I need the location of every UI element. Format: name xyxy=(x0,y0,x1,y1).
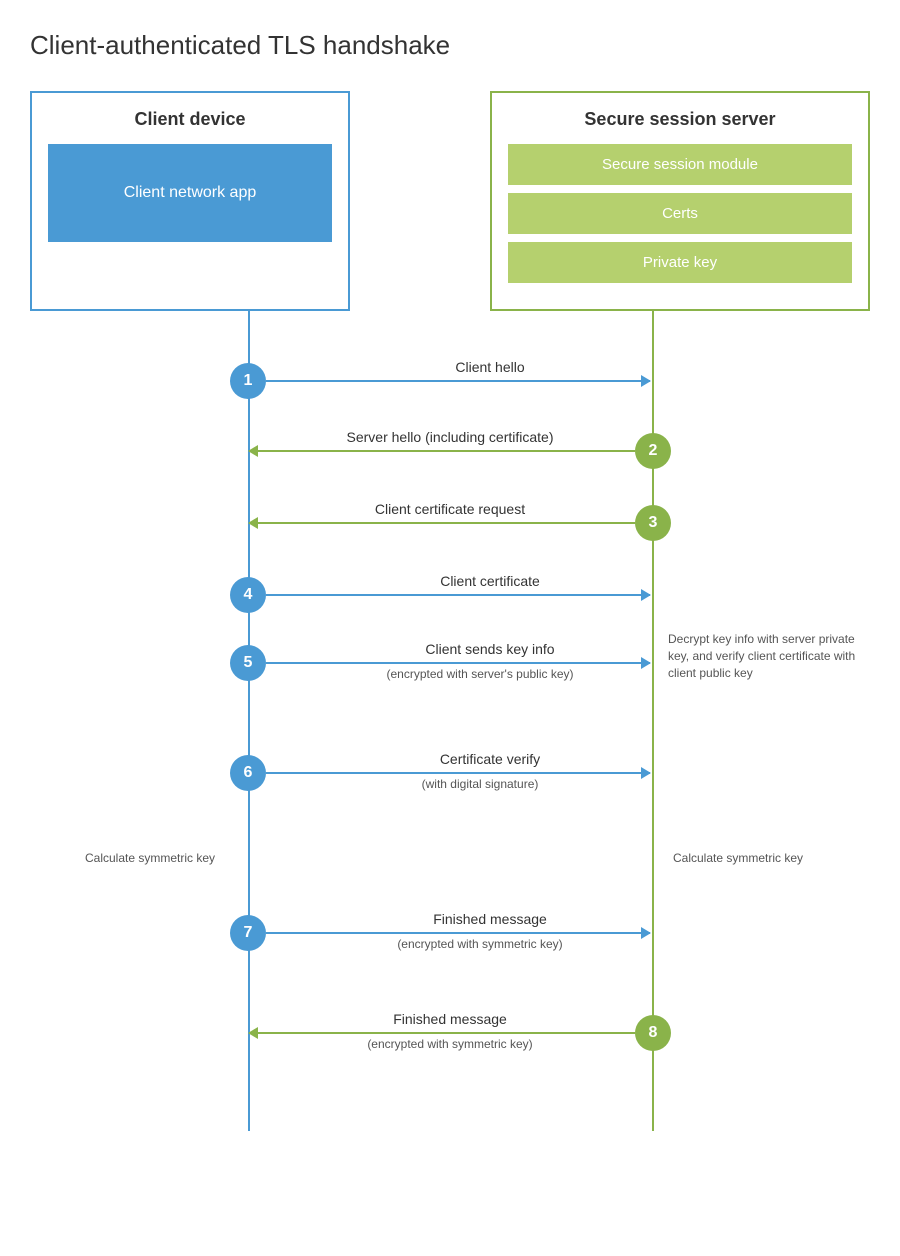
step-7-label: Finished message xyxy=(320,911,660,927)
page-title: Client-authenticated TLS handshake xyxy=(30,30,870,61)
step-4-circle: 4 xyxy=(230,577,266,613)
step-7-row: 7 Finished message (encrypted with symme… xyxy=(30,901,870,981)
boxes-row: Client device Client network app Secure … xyxy=(30,91,870,311)
step-2-circle: 2 xyxy=(635,433,671,469)
server-box-title: Secure session server xyxy=(508,109,852,130)
diagram-container: Client device Client network app Secure … xyxy=(30,91,870,1131)
step-8-label: Finished message xyxy=(270,1011,630,1027)
step-8-sublabel: (encrypted with symmetric key) xyxy=(270,1037,630,1051)
step-3-circle: 3 xyxy=(635,505,671,541)
server-module-session: Secure session module xyxy=(508,144,852,185)
step-8-arrow xyxy=(249,1032,635,1034)
step-1-circle: 1 xyxy=(230,363,266,399)
step-3-label: Client certificate request xyxy=(270,501,630,517)
step-7-circle: 7 xyxy=(230,915,266,951)
step-6-row: 6 Certificate verify (with digital signa… xyxy=(30,741,870,821)
step-4-label: Client certificate xyxy=(320,573,660,589)
step-5-arrow xyxy=(266,662,650,664)
step-8-row: 8 Finished message (encrypted with symme… xyxy=(30,1001,870,1081)
step-4-arrow xyxy=(266,594,650,596)
step-5-label: Client sends key info xyxy=(320,641,660,657)
step-6-sublabel: (with digital signature) xyxy=(300,777,660,791)
step-3-arrow xyxy=(249,522,635,524)
step-7-arrow xyxy=(266,932,650,934)
server-module-key: Private key xyxy=(508,242,852,283)
step-1-row: 1 Client hello xyxy=(30,351,870,411)
left-calc-note: Calculate symmetric key xyxy=(80,850,220,867)
client-box-title: Client device xyxy=(48,109,332,130)
sequence-area: 1 Client hello 2 Server hello (including… xyxy=(30,311,870,1131)
calc-key-row: Calculate symmetric key Calculate symmet… xyxy=(30,846,870,906)
step-8-circle: 8 xyxy=(635,1015,671,1051)
right-calc-note: Calculate symmetric key xyxy=(668,850,808,867)
client-device-box: Client device Client network app xyxy=(30,91,350,311)
decrypt-note: Decrypt key info with server private key… xyxy=(668,631,858,681)
client-network-app: Client network app xyxy=(48,144,332,242)
step-4-row: 4 Client certificate xyxy=(30,565,870,625)
server-box: Secure session server Secure session mod… xyxy=(490,91,870,311)
step-6-arrow xyxy=(266,772,650,774)
step-5-sublabel: (encrypted with server's public key) xyxy=(300,667,660,681)
step-2-arrow xyxy=(249,450,635,452)
step-7-sublabel: (encrypted with symmetric key) xyxy=(300,937,660,951)
step-6-circle: 6 xyxy=(230,755,266,791)
step-5-circle: 5 xyxy=(230,645,266,681)
step-1-arrow xyxy=(266,380,650,382)
server-module-certs: Certs xyxy=(508,193,852,234)
step-3-row: 3 Client certificate request xyxy=(30,493,870,553)
step-6-label: Certificate verify xyxy=(320,751,660,767)
step-2-row: 2 Server hello (including certificate) xyxy=(30,421,870,481)
step-5-row: 5 Client sends key info (encrypted with … xyxy=(30,631,870,711)
step-1-label: Client hello xyxy=(320,359,660,375)
step-2-label: Server hello (including certificate) xyxy=(270,429,630,445)
